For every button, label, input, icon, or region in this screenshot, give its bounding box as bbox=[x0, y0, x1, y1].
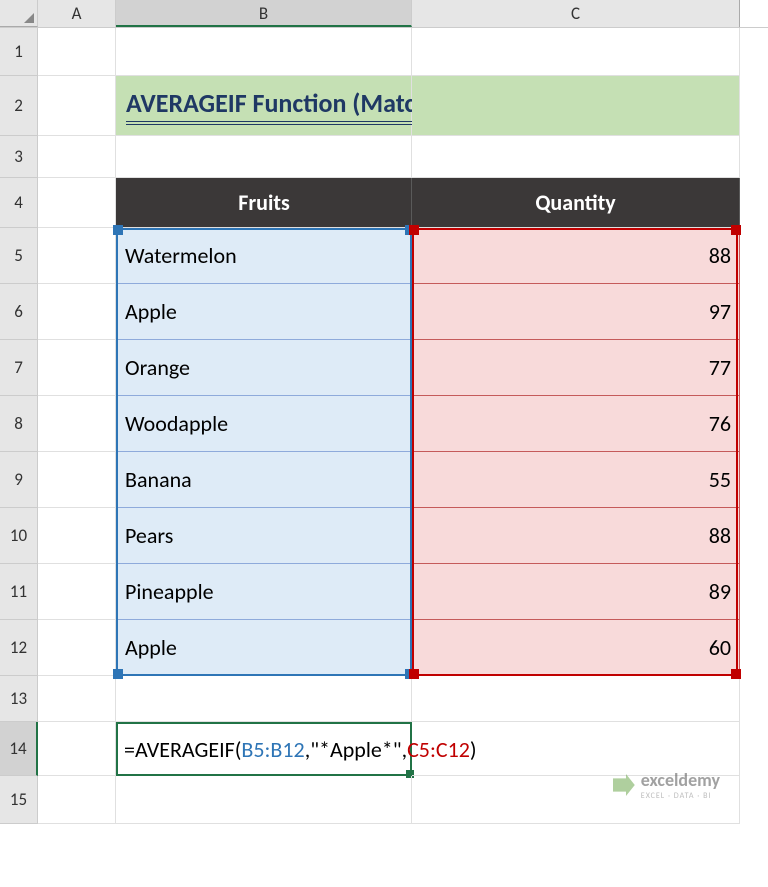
row-header-7[interactable]: 7 bbox=[0, 340, 38, 396]
cell[interactable] bbox=[38, 676, 116, 722]
column-header-C[interactable]: C bbox=[412, 0, 740, 27]
cell[interactable] bbox=[38, 340, 116, 396]
cell[interactable] bbox=[38, 508, 116, 564]
cell[interactable] bbox=[116, 676, 412, 722]
grid: AVERAGEIF Function (Match in String) Fru… bbox=[38, 28, 740, 824]
table-row[interactable]: Orange bbox=[116, 340, 412, 396]
cell[interactable] bbox=[412, 676, 740, 722]
cell[interactable] bbox=[38, 396, 116, 452]
table-row[interactable]: 55 bbox=[412, 452, 740, 508]
watermark-name: exceldemy bbox=[641, 769, 720, 791]
table-header-fruits[interactable]: Fruits bbox=[116, 178, 412, 228]
table-row[interactable]: Pears bbox=[116, 508, 412, 564]
row-header-4[interactable]: 4 bbox=[0, 178, 38, 228]
cell[interactable] bbox=[116, 28, 412, 76]
cell[interactable] bbox=[412, 136, 740, 178]
cell[interactable] bbox=[38, 452, 116, 508]
row-header-11[interactable]: 11 bbox=[0, 564, 38, 620]
cell[interactable] bbox=[38, 284, 116, 340]
cell[interactable] bbox=[38, 776, 116, 824]
row-header-3[interactable]: 3 bbox=[0, 136, 38, 178]
row-header-9[interactable]: 9 bbox=[0, 452, 38, 508]
row-headers: 1 2 3 4 5 6 7 8 9 10 11 12 13 14 15 bbox=[0, 28, 38, 824]
table-row[interactable]: Banana bbox=[116, 452, 412, 508]
table-row[interactable]: Watermelon bbox=[116, 228, 412, 284]
cell[interactable] bbox=[38, 620, 116, 676]
watermark: exceldemy EXCEL · DATA · BI bbox=[613, 769, 720, 801]
table-row[interactable]: 97 bbox=[412, 284, 740, 340]
table-row[interactable]: 89 bbox=[412, 564, 740, 620]
cell[interactable] bbox=[412, 722, 740, 776]
row-header-8[interactable]: 8 bbox=[0, 396, 38, 452]
table-row[interactable]: Pineapple bbox=[116, 564, 412, 620]
row-header-5[interactable]: 5 bbox=[0, 228, 38, 284]
table-row[interactable]: 77 bbox=[412, 340, 740, 396]
cell[interactable] bbox=[38, 76, 116, 136]
cell[interactable] bbox=[38, 228, 116, 284]
title-cell[interactable]: AVERAGEIF Function (Match in String) bbox=[116, 76, 412, 136]
row-header-10[interactable]: 10 bbox=[0, 508, 38, 564]
cell[interactable] bbox=[412, 76, 740, 136]
row-header-14[interactable]: 14 bbox=[0, 722, 38, 776]
cell[interactable] bbox=[38, 722, 116, 776]
row-header-2[interactable]: 2 bbox=[0, 76, 38, 136]
watermark-tagline: EXCEL · DATA · BI bbox=[641, 791, 720, 801]
table-row[interactable]: 88 bbox=[412, 228, 740, 284]
row-header-1[interactable]: 1 bbox=[0, 28, 38, 76]
column-headers: A B C bbox=[0, 0, 768, 28]
table-row[interactable]: 76 bbox=[412, 396, 740, 452]
row-header-6[interactable]: 6 bbox=[0, 284, 38, 340]
cell[interactable] bbox=[38, 178, 116, 228]
cell[interactable] bbox=[38, 136, 116, 178]
table-row[interactable]: 88 bbox=[412, 508, 740, 564]
logo-icon bbox=[613, 774, 635, 796]
table-row[interactable]: 60 bbox=[412, 620, 740, 676]
table-row[interactable]: Apple bbox=[116, 284, 412, 340]
cell[interactable] bbox=[412, 28, 740, 76]
active-cell[interactable]: =AVERAGEIF(B5:B12,"*Apple*",C5:C12) bbox=[116, 722, 412, 776]
row-header-15[interactable]: 15 bbox=[0, 776, 38, 824]
cell[interactable] bbox=[116, 776, 412, 824]
cell[interactable] bbox=[116, 136, 412, 178]
column-header-B[interactable]: B bbox=[116, 0, 412, 27]
cell[interactable] bbox=[38, 28, 116, 76]
row-header-13[interactable]: 13 bbox=[0, 676, 38, 722]
table-row[interactable]: Woodapple bbox=[116, 396, 412, 452]
select-all-corner[interactable] bbox=[0, 0, 38, 27]
table-header-quantity[interactable]: Quantity bbox=[412, 178, 740, 228]
spreadsheet: A B C 1 2 3 4 5 6 7 8 9 10 11 12 13 14 1… bbox=[0, 0, 768, 887]
cell[interactable] bbox=[38, 564, 116, 620]
column-header-A[interactable]: A bbox=[38, 0, 116, 27]
row-header-12[interactable]: 12 bbox=[0, 620, 38, 676]
table-row[interactable]: Apple bbox=[116, 620, 412, 676]
